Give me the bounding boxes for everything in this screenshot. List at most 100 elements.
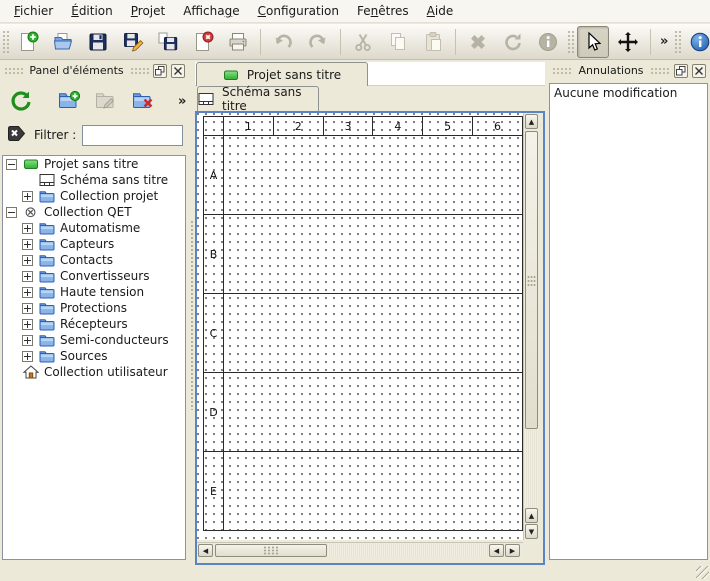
tree-item-schema-sans-titre[interactable]: Schéma sans titre	[3, 172, 185, 188]
redo-button	[302, 26, 334, 58]
expand-expander-icon[interactable]	[22, 239, 33, 250]
expand-expander-icon[interactable]	[22, 271, 33, 282]
panel-toolbar-overflow-button[interactable]: »	[175, 94, 189, 109]
about-info-button[interactable]	[684, 26, 710, 58]
menu-aide[interactable]: Aide	[418, 1, 463, 21]
undo-history-item[interactable]: Aucune modification	[550, 84, 707, 102]
column-header: 1	[223, 117, 273, 136]
pan-mode-button[interactable]	[612, 26, 644, 58]
vertical-scroll-thumb[interactable]	[525, 131, 538, 429]
collapse-expander-icon[interactable]	[6, 207, 17, 218]
toolbar-drag-handle[interactable]	[674, 30, 681, 54]
collapse-expander-icon[interactable]	[6, 159, 17, 170]
tree-item-label: Automatisme	[60, 221, 140, 235]
tree-item-convertisseurs[interactable]: Convertisseurs	[3, 268, 185, 284]
scroll-left-button[interactable]: ◀	[198, 544, 213, 557]
tree-item-collection-qet[interactable]: ⊗ Collection QET	[3, 204, 185, 220]
tree-item-projet-sans-titre[interactable]: Projet sans titre	[3, 156, 185, 172]
dock-drag-texture	[552, 67, 572, 75]
tree-item-collection-utilisateur[interactable]: Collection utilisateur	[3, 364, 185, 380]
toolbar-overflow-button[interactable]: »	[657, 34, 671, 49]
tree-item-contacts[interactable]: Contacts	[3, 252, 185, 268]
window-resize-grip[interactable]	[696, 566, 709, 579]
tree-item-automatisme[interactable]: Automatisme	[3, 220, 185, 236]
redo-icon	[307, 31, 329, 53]
select-mode-button[interactable]	[577, 26, 609, 58]
toolbar-drag-handle[interactable]	[567, 30, 574, 54]
tab-schema-sans-titre[interactable]: Schéma sans titre	[197, 86, 319, 111]
horizontal-scroll-thumb[interactable]	[215, 544, 327, 557]
scroll-up-button[interactable]: ▲	[525, 508, 538, 523]
vertical-scrollbar[interactable]: ▲ ▲ ▼	[523, 113, 539, 540]
tree-item-collection-projet[interactable]: Collection projet	[3, 188, 185, 204]
tree-item-semi-conducteurs[interactable]: Semi-conducteurs	[3, 332, 185, 348]
expand-expander-icon[interactable]	[22, 319, 33, 330]
folder-icon	[38, 301, 55, 315]
dock-float-button[interactable]	[153, 64, 167, 78]
expand-expander-icon[interactable]	[22, 303, 33, 314]
qelectrotech-window: Fichier Édition Projet Affichage Configu…	[0, 0, 710, 581]
menu-configuration[interactable]: Configuration	[249, 1, 348, 21]
filter-input[interactable]	[82, 125, 183, 146]
dock-close-button[interactable]	[171, 64, 185, 78]
schema-tab-label: Schéma sans titre	[222, 85, 318, 113]
scroll-down-button[interactable]: ▼	[525, 524, 538, 539]
expand-expander-icon[interactable]	[22, 287, 33, 298]
dock-float-button[interactable]	[674, 64, 688, 78]
tab-projet-sans-titre[interactable]: Projet sans titre	[196, 62, 368, 86]
scroll-left-button[interactable]: ◀	[489, 544, 504, 557]
column-header: 3	[323, 117, 373, 136]
menu-edition[interactable]: Édition	[62, 1, 122, 21]
tree-item-haute-tension[interactable]: Haute tension	[3, 284, 185, 300]
expand-expander-icon[interactable]	[22, 223, 33, 234]
scroll-right-button[interactable]: ▶	[505, 544, 520, 557]
save-button[interactable]	[82, 26, 114, 58]
folder-icon	[38, 349, 55, 363]
new-category-button[interactable]	[53, 85, 85, 117]
qet-collection-icon: ⊗	[22, 205, 39, 219]
reload-collections-button[interactable]	[5, 85, 37, 117]
horizontal-scrollbar[interactable]: ◀ ◀ ▶	[197, 542, 523, 558]
menu-bar: Fichier Édition Projet Affichage Configu…	[0, 0, 710, 23]
expand-expander-icon[interactable]	[22, 335, 33, 346]
save-icon	[87, 31, 109, 53]
print-button[interactable]	[222, 26, 254, 58]
new-document-button[interactable]	[12, 26, 44, 58]
expand-expander-icon[interactable]	[22, 351, 33, 362]
tree-item-label: Contacts	[60, 253, 113, 267]
diagram-canvas[interactable]: 1 2 3 4 5 6 A B	[197, 113, 523, 540]
diagram-cell	[223, 215, 522, 294]
close-icon	[694, 66, 704, 76]
toolbar-separator	[260, 29, 261, 55]
tree-item-sources[interactable]: Sources	[3, 348, 185, 364]
toolbar-separator	[650, 29, 651, 55]
tree-item-recepteurs[interactable]: Récepteurs	[3, 316, 185, 332]
toolbar-drag-handle[interactable]	[2, 30, 9, 54]
close-file-button[interactable]	[187, 26, 219, 58]
row-header: A	[204, 136, 224, 215]
horizontal-scroll-track[interactable]	[328, 544, 488, 557]
dock-drag-texture	[4, 67, 23, 75]
delete-category-button[interactable]	[127, 85, 159, 117]
undo-dock-titlebar[interactable]: Annulations	[548, 60, 710, 81]
menu-fichier[interactable]: Fichier	[5, 1, 62, 21]
dock-close-button[interactable]	[692, 64, 706, 78]
save-all-button[interactable]	[152, 26, 184, 58]
clear-filter-button[interactable]	[6, 125, 28, 145]
menu-affichage[interactable]: Affichage	[174, 1, 248, 21]
vertical-scroll-track[interactable]	[525, 430, 538, 507]
open-button[interactable]	[47, 26, 79, 58]
save-all-icon	[157, 31, 179, 53]
project-icon	[223, 68, 239, 82]
tree-item-protections[interactable]: Protections	[3, 300, 185, 316]
elements-panel-titlebar[interactable]: Panel d'éléments	[0, 60, 189, 81]
expand-expander-icon[interactable]	[22, 191, 33, 202]
menu-fenetres[interactable]: Fenêtres	[348, 1, 418, 21]
expand-expander-icon[interactable]	[22, 255, 33, 266]
undo-icon	[272, 31, 294, 53]
menu-projet[interactable]: Projet	[122, 1, 174, 21]
save-as-button[interactable]	[117, 26, 149, 58]
tree-item-capteurs[interactable]: Capteurs	[3, 236, 185, 252]
column-header: 2	[273, 117, 323, 136]
scroll-up-button[interactable]: ▲	[525, 114, 538, 129]
